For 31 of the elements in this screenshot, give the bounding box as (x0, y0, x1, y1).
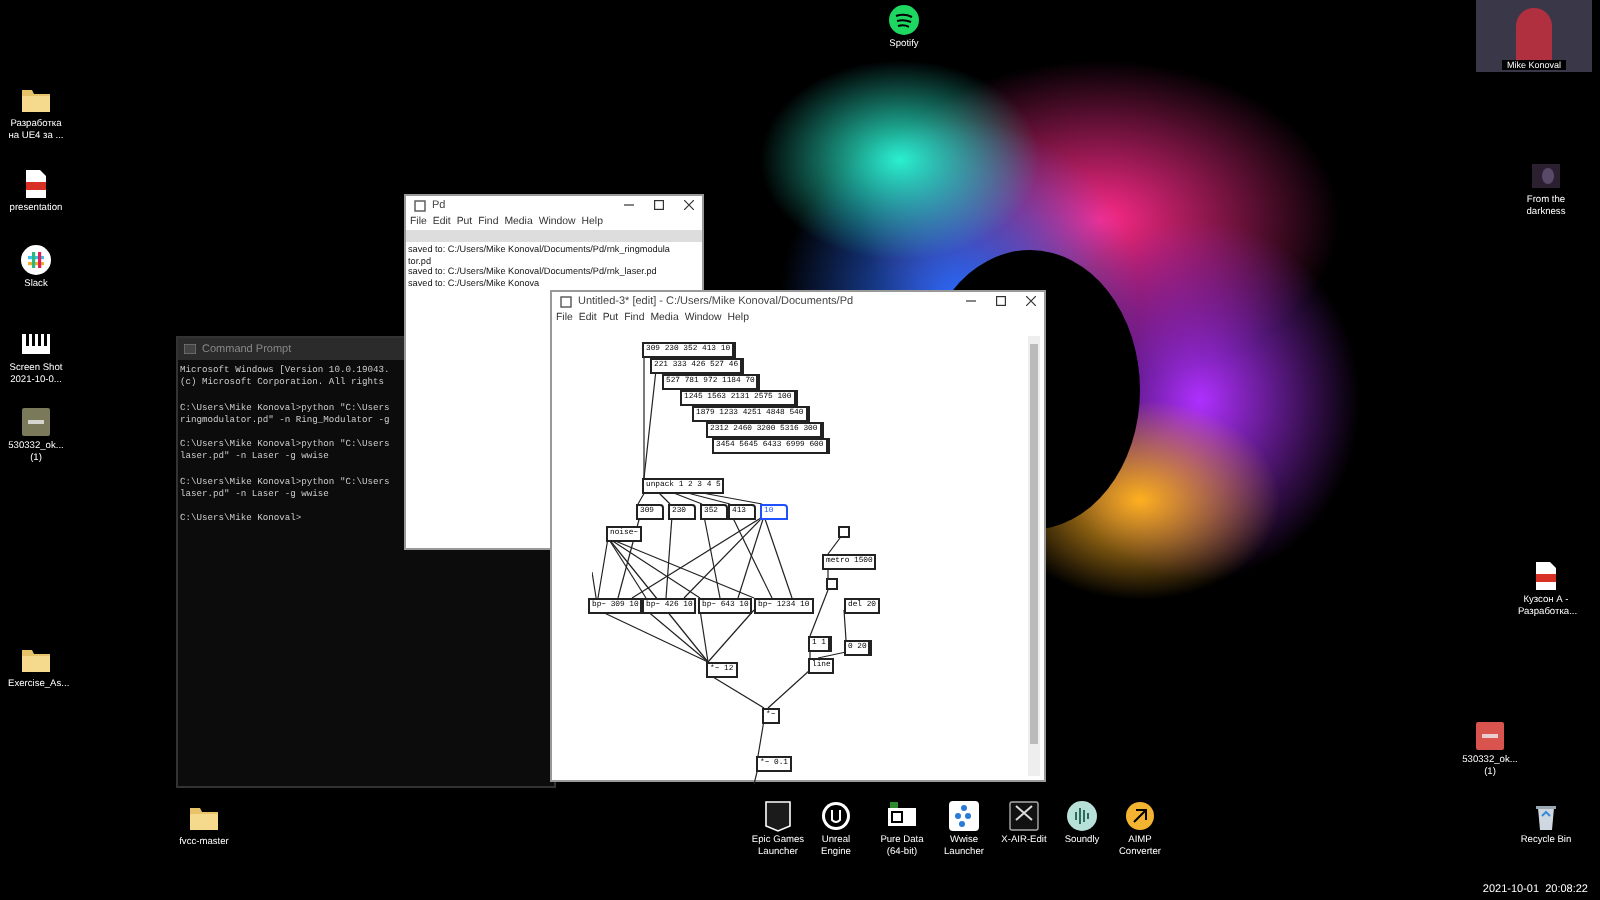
wav-file-icon (20, 406, 52, 438)
close-icon[interactable] (684, 200, 694, 210)
recycle-bin-icon (1530, 800, 1562, 832)
close-icon[interactable] (1026, 296, 1036, 306)
piano-keys-icon (20, 328, 52, 360)
pd-app-icon (560, 295, 572, 307)
terminal-icon (184, 344, 196, 354)
scrollbar-thumb[interactable] (1030, 344, 1038, 744)
sound-wave-icon (1066, 800, 1098, 832)
scrollbar[interactable] (1028, 336, 1040, 776)
network-dots-icon (948, 800, 980, 832)
folder-icon (188, 802, 220, 834)
minimize-icon[interactable] (624, 200, 634, 210)
folder-icon (20, 84, 52, 116)
maximize-icon[interactable] (996, 296, 1006, 306)
slack-logo-icon (20, 244, 52, 276)
bang-box[interactable] (838, 526, 850, 538)
arrow-circle-icon (1124, 800, 1156, 832)
folder-icon (20, 644, 52, 676)
shield-logo-icon (762, 800, 794, 832)
minimize-icon[interactable] (966, 296, 976, 306)
pdf-file-icon (1530, 560, 1562, 592)
video-thumbnail-icon (1530, 160, 1562, 192)
bang-box[interactable] (826, 578, 838, 590)
mixer-logo-icon (1008, 800, 1040, 832)
mp3-file-icon (1474, 720, 1506, 752)
maximize-icon[interactable] (654, 200, 664, 210)
pd-app-icon (414, 199, 426, 211)
pure-data-icon (886, 800, 918, 832)
pdf-file-icon (20, 168, 52, 200)
circle-logo-icon (820, 800, 852, 832)
